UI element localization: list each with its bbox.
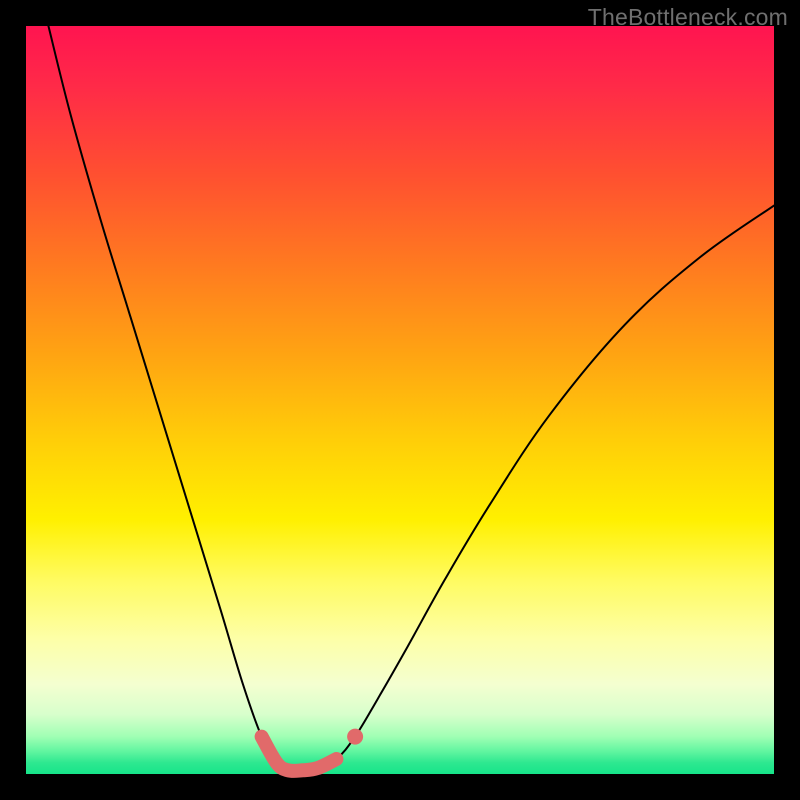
- bottleneck-curve: [48, 26, 774, 771]
- marker-dot: [347, 729, 363, 745]
- chart-plot-area: [26, 26, 774, 774]
- chart-svg: [26, 26, 774, 774]
- watermark-text: TheBottleneck.com: [588, 4, 788, 31]
- optimal-range-highlight: [262, 737, 337, 771]
